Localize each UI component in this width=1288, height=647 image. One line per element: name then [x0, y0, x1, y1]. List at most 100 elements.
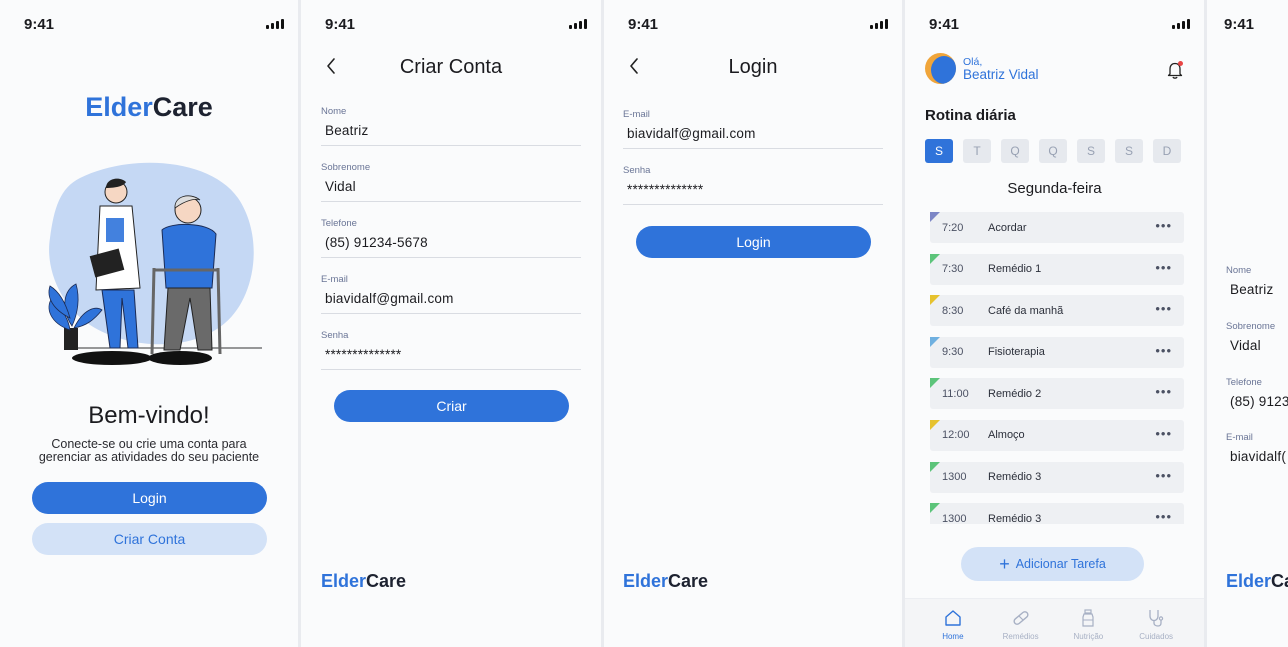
task-item[interactable]: 1300 Remédio 3 ••• — [930, 503, 1184, 524]
task-color-tag — [930, 378, 940, 389]
app-logo: ElderCare — [85, 92, 213, 122]
task-item[interactable]: 12:00 Almoço ••• — [930, 419, 1184, 451]
first-name-field[interactable]: Nome Beatriz — [1226, 265, 1288, 304]
task-list: 7:20 Acordar ••• 7:30 Remédio 1 ••• 8:30 Café d… — [930, 212, 1184, 524]
status-time: 9:41 — [929, 16, 960, 33]
email-field[interactable]: E-mail biavidalf( — [1226, 432, 1288, 471]
login-submit-button[interactable]: Login — [636, 226, 871, 258]
welcome-title: Bem-vindo! — [88, 402, 210, 429]
task-color-tag — [930, 212, 940, 222]
stethoscope-icon — [1149, 610, 1164, 627]
status-time: 9:41 — [628, 16, 659, 33]
task-color-tag — [930, 461, 940, 472]
day-button[interactable]: T — [963, 139, 991, 163]
task-name: Remédio 3 — [988, 512, 1042, 524]
task-time: 12:00 — [942, 429, 970, 442]
task-name: Remédio 3 — [988, 471, 1042, 484]
day-button[interactable]: S — [1115, 139, 1143, 163]
tab-medicines[interactable]: Remédios — [994, 599, 1048, 647]
avatar[interactable] — [925, 53, 956, 84]
more-options-icon[interactable]: ••• — [1155, 468, 1172, 483]
selected-day-title: Segunda-feira — [1007, 180, 1102, 197]
home-screen: 9:41 Olá, Beatriz Vidal Rotina diária ST… — [905, 0, 1204, 647]
task-color-tag — [930, 503, 940, 514]
more-options-icon[interactable]: ••• — [1155, 509, 1172, 524]
day-button[interactable]: Q — [1001, 139, 1029, 163]
email-field[interactable]: E-mail biavidalf@gmail.com — [321, 274, 581, 314]
task-time: 7:20 — [942, 221, 964, 234]
last-name-field[interactable]: Sobrenome Vidal — [321, 162, 581, 202]
footer-logo: ElderCare — [623, 571, 709, 591]
task-name: Remédio 2 — [988, 387, 1042, 400]
signal-icon — [266, 18, 284, 29]
user-name: Beatriz Vidal — [963, 67, 1039, 82]
day-button[interactable]: S — [1077, 139, 1105, 163]
task-time: 7:30 — [942, 263, 964, 276]
more-options-icon[interactable]: ••• — [1155, 301, 1172, 316]
password-field[interactable]: Senha ************** — [321, 330, 581, 370]
home-icon — [945, 610, 961, 626]
bottle-icon — [1082, 609, 1094, 627]
footer-logo: ElderCare — [321, 571, 407, 591]
login-button[interactable]: Login — [32, 482, 267, 514]
create-button[interactable]: Criar — [334, 390, 569, 422]
more-options-icon[interactable]: ••• — [1155, 218, 1172, 233]
task-color-tag — [930, 253, 940, 264]
task-time: 1300 — [942, 471, 967, 484]
signal-icon — [1172, 18, 1190, 29]
password-field[interactable]: Senha ************** — [623, 165, 883, 205]
task-item[interactable]: 8:30 Café da manhã ••• — [930, 295, 1184, 327]
tab-care[interactable]: Cuidados — [1129, 599, 1183, 647]
day-button[interactable]: D — [1153, 139, 1181, 163]
add-task-label: Adicionar Tarefa — [1015, 557, 1106, 571]
caregiver-illustration — [48, 162, 262, 365]
welcome-screen: 9:41 ElderCare Bem-vindo! Conecte-se ou … — [0, 0, 298, 647]
phone-field[interactable]: Telefone (85) 91234-5678 — [321, 218, 581, 258]
task-item[interactable]: 11:00 Remédio 2 ••• — [930, 378, 1184, 410]
more-options-icon[interactable]: ••• — [1155, 426, 1172, 441]
task-name: Café da manhã — [988, 304, 1064, 317]
add-task-button[interactable]: + Adicionar Tarefa — [961, 547, 1144, 581]
more-options-icon[interactable]: ••• — [1155, 343, 1172, 358]
plus-icon: + — [999, 554, 1010, 574]
task-name: Fisioterapia — [988, 346, 1045, 359]
task-name: Remédio 1 — [988, 263, 1042, 276]
partial-profile-screen: 9:41 Nome Beatriz Sobrenome Vidal Telefone… — [1207, 0, 1288, 647]
task-item[interactable]: 1300 Remédio 3 ••• — [930, 461, 1184, 493]
signal-icon — [569, 18, 587, 29]
task-color-tag — [930, 336, 940, 347]
signup-screen: 9:41 Criar Conta Nome Beatriz Sobrenome Vi… — [301, 0, 601, 647]
login-screen: 9:41 Login E-mail biavidalf@gmail.com Sen… — [604, 0, 902, 647]
create-account-button[interactable]: Criar Conta — [32, 523, 267, 555]
day-button[interactable]: Q — [1039, 139, 1067, 163]
tab-home[interactable]: Home — [926, 599, 980, 647]
task-time: 9:30 — [942, 346, 964, 359]
task-time: 11:00 — [942, 387, 969, 400]
first-name-field[interactable]: Nome Beatriz — [321, 106, 581, 146]
more-options-icon[interactable]: ••• — [1155, 260, 1172, 275]
email-field[interactable]: E-mail biavidalf@gmail.com — [623, 109, 883, 149]
page-title: Criar Conta — [399, 56, 503, 78]
task-item[interactable]: 7:20 Acordar ••• — [930, 212, 1184, 243]
pill-icon — [1013, 611, 1029, 625]
task-name: Acordar — [988, 221, 1027, 234]
task-time: 1300 — [942, 512, 967, 524]
footer-logo: ElderCa — [1226, 571, 1288, 591]
page-title: Login — [728, 56, 778, 78]
task-time: 8:30 — [942, 304, 964, 317]
status-time: 9:41 — [24, 16, 55, 33]
welcome-subtitle: Conecte-se ou crie uma conta para gerenc… — [38, 437, 260, 464]
status-time: 9:41 — [325, 16, 356, 33]
more-options-icon[interactable]: ••• — [1155, 384, 1172, 399]
tab-nutrition[interactable]: Nutrição — [1061, 599, 1115, 647]
signal-icon — [870, 18, 888, 29]
weekday-selector: STQQSSD — [925, 139, 1181, 163]
phone-field[interactable]: Telefone (85) 9123 — [1226, 377, 1288, 416]
task-name: Almoço — [988, 429, 1025, 442]
bell-icon[interactable] — [1166, 60, 1184, 80]
day-button[interactable]: S — [925, 139, 953, 163]
task-item[interactable]: 9:30 Fisioterapia ••• — [930, 336, 1184, 368]
last-name-field[interactable]: Sobrenome Vidal — [1226, 321, 1288, 360]
task-item[interactable]: 7:30 Remédio 1 ••• — [930, 253, 1184, 285]
task-color-tag — [930, 419, 940, 430]
